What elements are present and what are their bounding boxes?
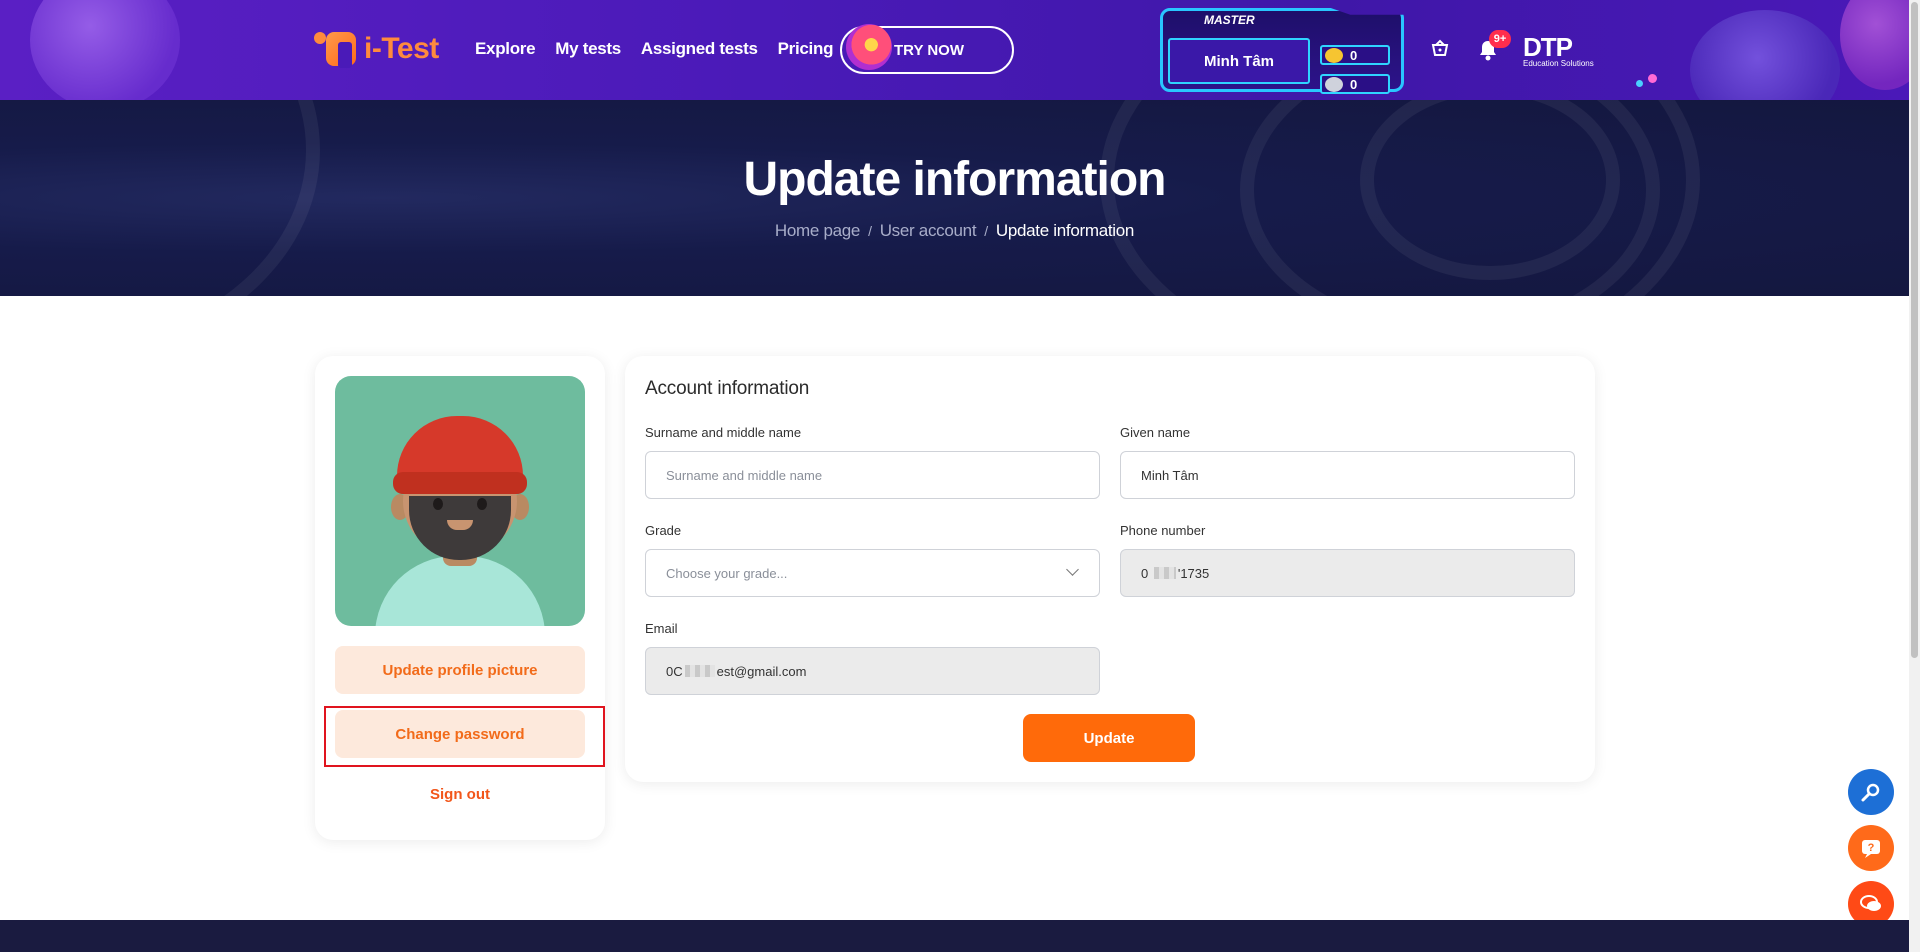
phone-value-start: 0 (1141, 565, 1152, 581)
page-title: Update information (743, 153, 1167, 206)
breadcrumb-home[interactable]: Home page (775, 221, 861, 240)
scrollbar-thumb[interactable] (1911, 2, 1918, 658)
user-name: Minh Tâm (1168, 38, 1310, 84)
breadcrumb-separator: / (984, 223, 988, 239)
form-title: Account information (645, 378, 810, 399)
nav-my-tests[interactable]: My tests (555, 39, 621, 59)
grade-select-placeholder: Choose your grade... (666, 565, 788, 581)
breadcrumb-user-account[interactable]: User account (880, 221, 977, 240)
grade-label: Grade (645, 523, 682, 538)
star-decoration (1636, 80, 1643, 87)
profile-sidebar: Update profile picture Change password S… (315, 356, 605, 840)
top-navbar: i-Test Explore My tests Assigned tests P… (0, 0, 1909, 100)
chevron-down-icon (1066, 563, 1079, 576)
dtp-logo[interactable]: DTP Education Solutions (1523, 32, 1594, 68)
svg-text:?: ? (1868, 842, 1875, 854)
avatar (335, 376, 585, 626)
planet-decoration (1690, 10, 1840, 100)
silver-coin-counter: 0 (1320, 74, 1390, 94)
try-now-label: TRY NOW (894, 41, 964, 59)
email-input: 0C est@gmail.com (645, 647, 1100, 695)
rank-title: MASTER (1204, 13, 1255, 27)
change-password-highlight-box (324, 706, 605, 767)
nav-explore[interactable]: Explore (475, 39, 536, 59)
breadcrumb: Home page / User account / Update informatio… (0, 221, 1909, 241)
update-button[interactable]: Update (1023, 714, 1195, 762)
surname-input[interactable]: Surname and middle name (645, 451, 1100, 499)
page-scrollbar[interactable] (1909, 0, 1920, 952)
breadcrumb-separator: / (868, 223, 872, 239)
email-value-start: 0C (666, 663, 683, 679)
given-name-label: Given name (1120, 425, 1191, 440)
masked-digits (1153, 567, 1176, 579)
masked-characters (684, 665, 715, 677)
try-now-button[interactable]: TRY NOW (840, 24, 1014, 74)
breadcrumb-current: Update information (995, 221, 1135, 240)
basket-icon[interactable] (1430, 38, 1450, 64)
logo-text: i-Test (364, 32, 439, 65)
given-name-input[interactable]: Minh Tâm (1120, 451, 1575, 499)
phone-label: Phone number (1120, 523, 1206, 538)
search-key-icon[interactable] (1848, 769, 1894, 815)
itest-logo-mark (314, 28, 360, 70)
user-rank-badge[interactable]: MASTER Minh Tâm 0 0 (1160, 8, 1404, 94)
update-profile-picture-button[interactable]: Update profile picture (335, 646, 585, 694)
nav-pricing[interactable]: Pricing (778, 39, 834, 59)
gold-coin-value: 0 (1350, 47, 1358, 63)
grade-select[interactable]: Choose your grade... (645, 549, 1100, 597)
sign-out-link[interactable]: Sign out (335, 786, 585, 803)
planet-decoration (1840, 0, 1909, 90)
itest-logo[interactable]: i-Test (314, 28, 439, 70)
page-footer (0, 920, 1909, 952)
phone-input: 0 '1735 (1120, 549, 1575, 597)
silver-coin-value: 0 (1350, 76, 1358, 92)
question-icon[interactable]: ? (1848, 825, 1894, 871)
gold-coin-icon (1325, 48, 1343, 63)
main-nav: Explore My tests Assigned tests Pricing (475, 39, 833, 59)
planet-decoration (30, 0, 180, 100)
surname-label: Surname and middle name (645, 425, 802, 440)
phone-value-end: '1735 (1177, 565, 1210, 581)
dtp-tagline: Education Solutions (1523, 59, 1594, 68)
gold-coin-counter: 0 (1320, 45, 1390, 65)
email-label: Email (645, 621, 678, 636)
notification-count-badge: 9+ (1489, 30, 1511, 48)
dtp-logo-text: DTP (1523, 32, 1573, 62)
star-decoration (1648, 74, 1657, 83)
rocket-icon (846, 24, 892, 70)
nav-assigned-tests[interactable]: Assigned tests (641, 39, 758, 59)
account-information-form: Account information Surname and middle n… (625, 356, 1595, 782)
email-value-end: est@gmail.com (716, 663, 807, 679)
page-hero: Update information Home page / User accoun… (0, 100, 1909, 296)
silver-coin-icon (1325, 77, 1343, 92)
